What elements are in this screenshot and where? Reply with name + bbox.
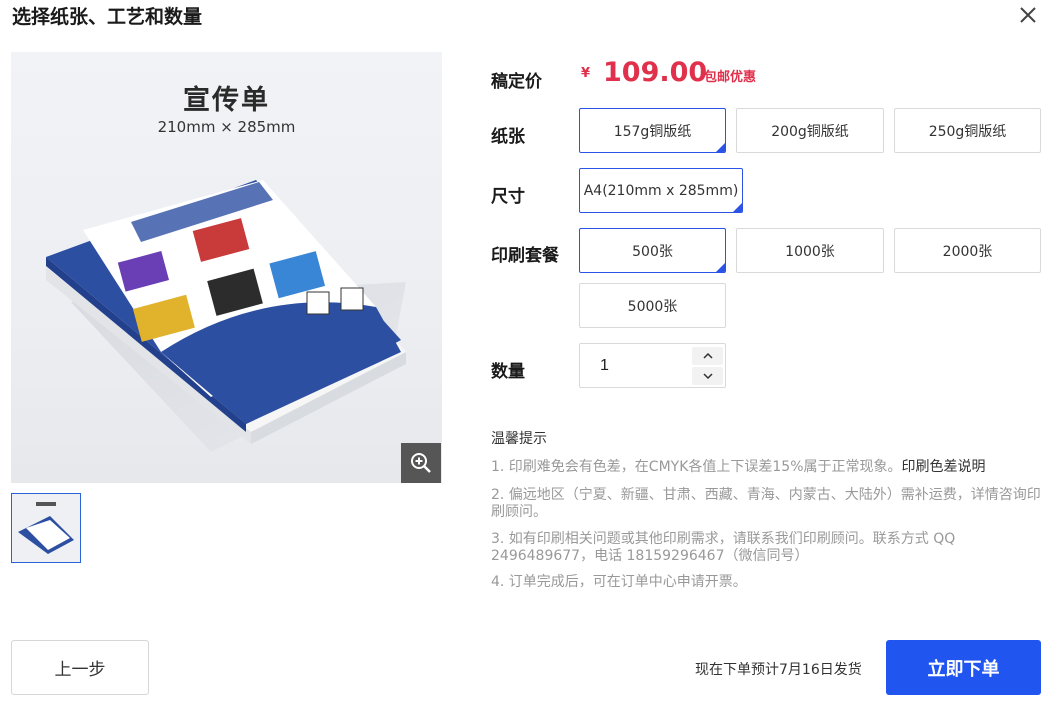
paper-option-label: 250g铜版纸 — [928, 123, 1007, 140]
shipping-estimate: 现在下单预计7月16日发货 — [695, 662, 862, 678]
quantity-label: 数量 — [491, 362, 525, 382]
paper-option-label: 157g铜版纸 — [613, 123, 692, 140]
chevron-up-icon[interactable] — [692, 347, 723, 365]
paper-option-157g[interactable]: 157g铜版纸 — [579, 108, 726, 153]
package-option-label: 5000张 — [627, 298, 678, 315]
zoom-in-icon[interactable] — [401, 443, 441, 483]
paper-option-250g[interactable]: 250g铜版纸 — [894, 108, 1041, 153]
preview-thumbnail[interactable] — [11, 493, 81, 563]
tip-item-1: 1. 印刷难免会有色差，在CMYK各值上下误差15%属于正常现象。印刷色差说明 — [491, 459, 1041, 476]
color-difference-link[interactable]: 印刷色差说明 — [902, 459, 986, 475]
paper-label: 纸张 — [491, 127, 525, 147]
back-button[interactable]: 上一步 — [11, 640, 149, 695]
size-option-a4[interactable]: A4(210mm x 285mm) — [579, 168, 743, 213]
paper-option-200g[interactable]: 200g铜版纸 — [736, 108, 884, 153]
package-option-1000[interactable]: 1000张 — [736, 228, 884, 273]
package-option-500[interactable]: 500张 — [579, 228, 726, 273]
tips-title: 温馨提示 — [491, 431, 547, 447]
package-option-label: 2000张 — [942, 243, 993, 260]
quantity-stepper — [579, 343, 726, 388]
tip-item-3: 3. 如有印刷相关问题或其他印刷需求，请联系我们印刷顾问。联系方式 QQ 249… — [491, 531, 956, 564]
close-icon[interactable] — [1017, 4, 1039, 26]
package-option-5000[interactable]: 5000张 — [579, 283, 726, 328]
package-label: 印刷套餐 — [491, 246, 559, 266]
paper-option-label: 200g铜版纸 — [771, 123, 849, 140]
size-option-label: A4(210mm x 285mm) — [583, 182, 739, 199]
quantity-input[interactable] — [580, 344, 688, 387]
package-option-label: 500张 — [632, 243, 673, 260]
flyer-stack-illustration — [46, 180, 406, 452]
tip-text: 1. 印刷难免会有色差，在CMYK各值上下误差15%属于正常现象。 — [491, 459, 902, 475]
price-value: 109.00 — [603, 57, 708, 88]
product-preview-image: 宣传单 210mm × 285mm — [11, 52, 442, 483]
tip-item-4: 4. 订单完成后，可在订单中心申请开票。 — [491, 574, 747, 590]
price-note-badge: 包邮优惠 — [704, 70, 757, 85]
tip-item-2: 2. 偏远地区（宁夏、新疆、甘肃、西藏、青海、内蒙古、大陆外）需补运费，详情咨询… — [491, 487, 1041, 520]
place-order-button[interactable]: 立即下单 — [886, 640, 1041, 695]
size-label: 尺寸 — [491, 187, 525, 207]
price-currency: ¥ — [581, 66, 591, 81]
chevron-down-icon[interactable] — [692, 367, 723, 385]
package-option-label: 1000张 — [785, 243, 835, 260]
price-label: 稿定价 — [491, 72, 542, 92]
package-option-2000[interactable]: 2000张 — [894, 228, 1041, 273]
dialog-title: 选择纸张、工艺和数量 — [12, 6, 203, 28]
